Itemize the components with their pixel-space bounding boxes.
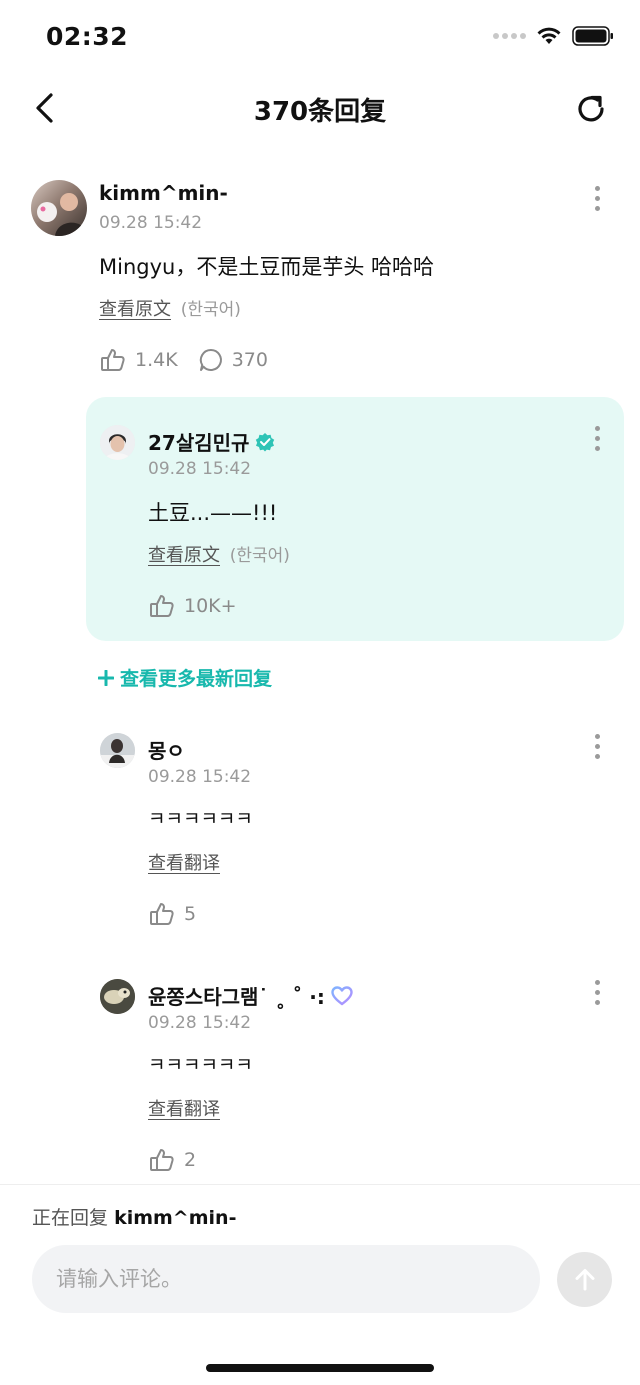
comment-stats: 1.4K 370 xyxy=(99,346,288,374)
like-count: 10K+ xyxy=(184,595,237,617)
avatar[interactable] xyxy=(100,979,135,1014)
username[interactable]: 윤쫑스타그램˙ ˳ ˚ ·: xyxy=(148,981,353,1010)
more-options-button[interactable] xyxy=(587,423,607,453)
reply-composer: 正在回复 kimm^min- xyxy=(0,1184,640,1385)
wifi-icon xyxy=(537,27,561,44)
replying-prefix: 正在回复 xyxy=(32,1207,109,1229)
language-label: (한국어) xyxy=(229,546,290,566)
avatar[interactable] xyxy=(100,425,135,460)
nav-bar: 370条回复 xyxy=(0,76,640,140)
see-more-replies-link[interactable]: 查看更多最新回复 xyxy=(98,664,272,691)
username[interactable]: 27살김민규 xyxy=(148,427,275,456)
like-count: 1.4K xyxy=(135,349,178,371)
comment-text: ㅋㅋㅋㅋㅋㅋ xyxy=(148,1054,253,1076)
like-button[interactable]: 1.4K xyxy=(99,346,178,374)
comment-text: 土豆...——!!! xyxy=(148,501,278,525)
comment-stats: 5 xyxy=(148,900,216,928)
view-original-row: 查看原文 (한국어) xyxy=(148,541,290,567)
comment-bubble-icon xyxy=(199,348,222,371)
heart-icon xyxy=(331,985,353,1005)
username-text: 윤쫑스타그램˙ ˳ ˚ ·: xyxy=(148,985,325,1009)
username[interactable]: kimm^min- xyxy=(99,181,228,205)
plus-icon xyxy=(98,669,114,686)
like-count: 2 xyxy=(184,1149,197,1171)
comment-input[interactable] xyxy=(32,1245,540,1313)
status-bar: 02:32 xyxy=(0,0,640,76)
refresh-button[interactable] xyxy=(572,90,610,128)
see-more-label: 查看更多最新回复 xyxy=(120,668,273,690)
reply-count: 370 xyxy=(231,349,268,371)
translate-row: 查看翻译 xyxy=(148,849,220,875)
more-options-button[interactable] xyxy=(587,731,607,761)
like-icon xyxy=(150,1149,174,1171)
home-indicator xyxy=(206,1364,434,1372)
like-button[interactable]: 5 xyxy=(148,900,196,928)
arrow-up-icon xyxy=(575,1268,594,1290)
verified-badge-icon xyxy=(256,432,275,451)
more-options-button[interactable] xyxy=(587,183,607,213)
like-icon xyxy=(101,349,125,371)
like-button[interactable]: 10K+ xyxy=(148,592,237,620)
like-count: 5 xyxy=(184,903,197,925)
status-icons xyxy=(493,26,614,46)
username[interactable]: 몽ㅇ xyxy=(148,735,185,764)
replying-to-label: 正在回复 kimm^min- xyxy=(32,1203,236,1230)
avatar[interactable] xyxy=(100,733,135,768)
page-title: 370条回复 xyxy=(253,97,387,127)
send-button[interactable] xyxy=(557,1252,612,1307)
comment-stats: 2 xyxy=(148,1146,216,1174)
like-icon xyxy=(150,903,174,925)
timestamp: 09.28 15:42 xyxy=(148,767,252,787)
view-original-link[interactable]: 查看原文 xyxy=(148,545,220,566)
replying-target: kimm^min- xyxy=(114,1207,237,1229)
comment-text: ㅋㅋㅋㅋㅋㅋ xyxy=(148,808,253,830)
timestamp: 09.28 15:42 xyxy=(148,1013,252,1033)
refresh-icon xyxy=(578,95,604,122)
battery-icon xyxy=(572,26,613,46)
avatar[interactable] xyxy=(31,180,87,236)
like-icon xyxy=(150,595,174,617)
reply-count-button[interactable]: 370 xyxy=(198,347,268,373)
signal-icon xyxy=(493,33,526,39)
more-options-button[interactable] xyxy=(587,977,607,1007)
language-label: (한국어) xyxy=(180,300,241,320)
view-translation-link[interactable]: 查看翻译 xyxy=(148,1099,220,1120)
comment-text: Mingyu，不是土豆而是芋头 哈哈哈 xyxy=(99,255,435,279)
comment-stats: 10K+ xyxy=(148,592,257,620)
status-time: 02:32 xyxy=(46,22,129,51)
like-button[interactable]: 2 xyxy=(148,1146,196,1174)
view-translation-link[interactable]: 查看翻译 xyxy=(148,853,220,874)
username-text: 27살김민규 xyxy=(148,431,250,455)
translate-row: 查看翻译 xyxy=(148,1095,220,1121)
view-original-link[interactable]: 查看原文 xyxy=(99,299,171,320)
view-original-row: 查看原文 (한국어) xyxy=(99,295,241,321)
timestamp: 09.28 15:42 xyxy=(148,459,252,479)
timestamp: 09.28 15:42 xyxy=(99,213,203,233)
